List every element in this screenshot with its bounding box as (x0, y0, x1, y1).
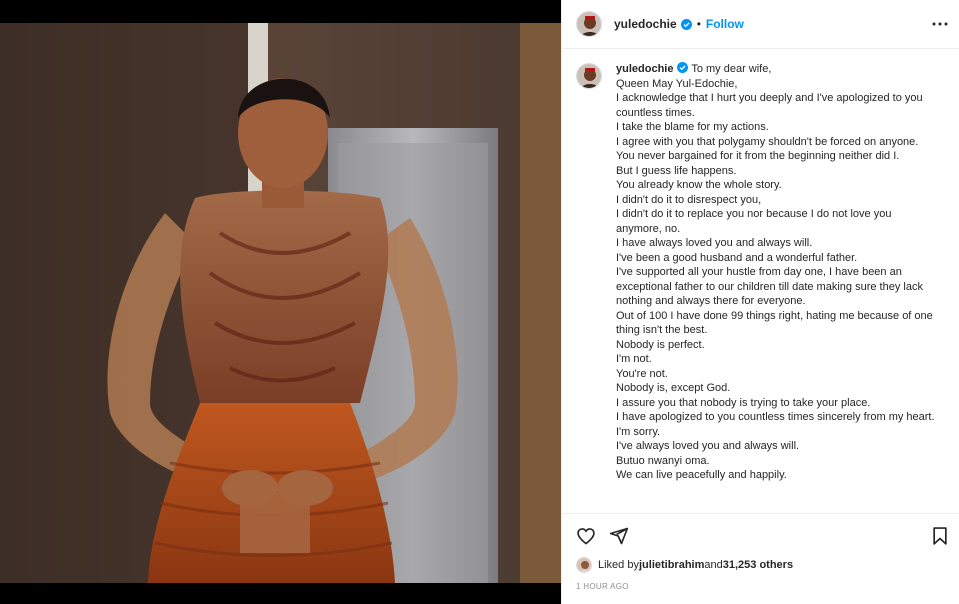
post-caption: yuledochie To my dear wife, Queen May Yu… (562, 49, 959, 512)
author-avatar[interactable] (576, 11, 602, 37)
caption-line: But I guess life happens. (616, 164, 737, 177)
caption-author-avatar[interactable] (576, 63, 602, 89)
caption-line: I assure you that nobody is trying to ta… (616, 396, 871, 409)
heart-icon[interactable] (576, 526, 596, 546)
caption-line: You're not. (616, 367, 668, 380)
avatar-image (577, 558, 591, 572)
caption-line: I take the blame for my actions. (616, 121, 769, 133)
caption-line: I acknowledge that I hurt you deeply and… (616, 92, 923, 119)
more-options-icon[interactable] (932, 17, 948, 31)
caption-line: Nobody is, except God. (616, 382, 731, 394)
bookmark-icon[interactable] (930, 526, 950, 546)
caption-line: I've supported all your hustle from day … (616, 266, 923, 307)
caption-line: I've always loved you and always will. (616, 440, 800, 452)
caption-line: You never bargained for it from the begi… (616, 150, 900, 162)
caption-line: I didn't do it to disrespect you, (616, 193, 762, 206)
photo-illustration (0, 23, 561, 583)
caption-line: I didn't do it to replace you nor becaus… (616, 208, 892, 235)
verified-badge-icon (677, 62, 689, 73)
caption-line: To my dear wife, (691, 63, 772, 75)
caption-line: Butuo nwanyi oma. (616, 454, 710, 467)
likes-middle: and (704, 559, 723, 571)
caption-line: I agree with you that polygamy shouldn't… (616, 135, 919, 148)
post-media[interactable] (0, 0, 561, 604)
caption-line: I'm sorry. (616, 425, 661, 438)
caption-line: Queen May Yul-Edochie, (616, 77, 738, 90)
caption-line: I have apologized to you countless times… (616, 411, 935, 423)
header-separator: • (696, 17, 701, 31)
liker-username[interactable]: julietibrahim (639, 559, 704, 571)
post-timestamp[interactable]: 1 HOUR AGO (576, 582, 629, 591)
verified-badge-icon (680, 18, 692, 30)
caption-line: We can live peacefully and happily. (616, 469, 787, 481)
caption-line: You already know the whole story. (616, 179, 782, 191)
likes-count[interactable]: 31,253 others (723, 559, 793, 571)
author-username[interactable]: yuledochie (614, 17, 677, 31)
caption-line: I have always loved you and always will. (616, 237, 813, 249)
post-header: yuledochie • Follow (562, 0, 959, 49)
likes-summary[interactable]: Liked by julietibrahim and 31,253 others (576, 557, 793, 573)
caption-line: Nobody is perfect. (616, 338, 705, 351)
post-photo[interactable] (0, 23, 561, 583)
avatar-image (577, 64, 601, 88)
caption-line: I've been a good husband and a wonderful… (616, 251, 858, 264)
post-side-panel: yuledochie • Follow yuledochie To my dea… (561, 0, 959, 604)
caption-text: yuledochie To my dear wife, Queen May Yu… (616, 62, 936, 483)
caption-line: Out of 100 I have done 99 things right, … (616, 309, 933, 337)
caption-username[interactable]: yuledochie (616, 63, 673, 75)
liker-avatar (576, 557, 592, 573)
follow-button[interactable]: Follow (706, 17, 744, 31)
post-actions (562, 513, 959, 557)
paper-plane-icon[interactable] (609, 526, 629, 546)
caption-line: I'm not. (616, 353, 652, 365)
likes-prefix: Liked by (598, 559, 639, 571)
avatar-image (577, 12, 601, 36)
